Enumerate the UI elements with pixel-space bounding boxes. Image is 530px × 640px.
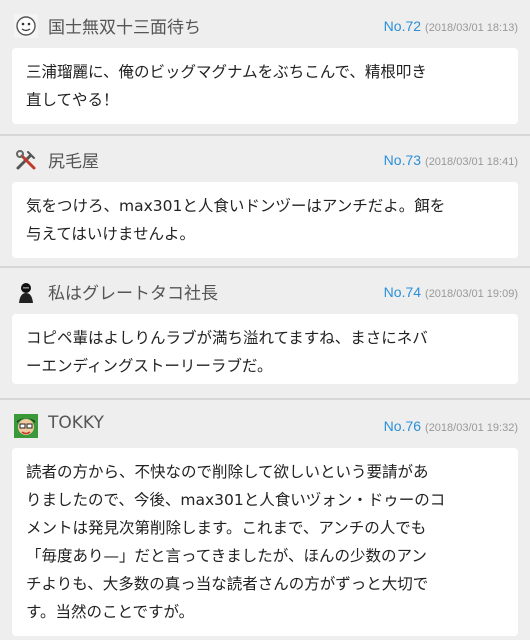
comment-body: 三浦瑠麗に、俺のビッグマグナムをぶちこんで、精根叩き 直してやる！: [12, 48, 518, 124]
comment-header: 尻毛屋 No.73 (2018/03/01 18:41): [0, 140, 530, 178]
comment-body: コピペ輩はよしりんラブが満ち溢れてますね、まさにネバ ーエンディングストーリーラ…: [12, 314, 518, 384]
comment-header: 国士無双十三面待ち No.72 (2018/03/01 18:13): [0, 6, 530, 44]
comment-text-line: す。当然のことですが。: [26, 603, 195, 621]
crossed-tools-avatar-icon[interactable]: [14, 148, 38, 172]
comment-number-link[interactable]: No.76: [384, 418, 421, 434]
comment-number-link[interactable]: No.72: [384, 18, 421, 34]
comment-text-line: りましたので、今後、max301と人食いヅォン・ドゥーのコ: [26, 491, 446, 509]
comment-body: 読者の方から、不快なので削除して欲しいという要請があ りましたので、今後、max…: [12, 448, 518, 636]
comment-divider: [0, 266, 530, 268]
comment-divider: [0, 398, 530, 400]
comment-author-name[interactable]: 尻毛屋: [48, 147, 99, 172]
comment-author-name[interactable]: 私はグレートタコ社長: [48, 279, 218, 304]
comment-text-line: 三浦瑠麗に、俺のビッグマグナムをぶちこんで、精根叩き: [26, 63, 427, 81]
comment-body: 気をつけろ、max301と人食いドンヅーはアンチだよ。餌を 与えてはいけませんよ…: [12, 182, 518, 258]
comment-text-line: メントは発見次第削除します。これまで、アンチの人でも: [26, 519, 427, 537]
comment-author-name[interactable]: TOKKY: [48, 413, 104, 433]
comment-timestamp: (2018/03/01 19:32): [425, 422, 518, 434]
comment-text-line: ーエンディングストーリーラブだ。: [26, 357, 273, 375]
comment-text-line: 与えてはいけませんよ。: [26, 225, 195, 243]
comment-author-name[interactable]: 国士無双十三面待ち: [48, 13, 201, 38]
dark-figure-avatar-icon[interactable]: [14, 280, 38, 304]
comment-header: TOKKY No.76 (2018/03/01 19:32): [0, 406, 530, 444]
comment-text-line: コピペ輩はよしりんラブが満ち溢れてますね、まさにネバ: [26, 329, 428, 347]
comment-timestamp: (2018/03/01 18:13): [425, 22, 518, 34]
cartoon-character-avatar-icon[interactable]: [14, 414, 38, 438]
comment-text-line: チよりも、大多数の真っ当な読者さんの方がずっと大切で: [26, 575, 429, 593]
comment-text-line: 読者の方から、不快なので削除して欲しいという要請があ: [26, 463, 429, 481]
comment-timestamp: (2018/03/01 19:09): [425, 288, 518, 300]
comment-list: 国士無双十三面待ち No.72 (2018/03/01 18:13) 三浦瑠麗に、…: [0, 0, 530, 640]
comment-text-line: 「毎度あり—」だと言ってきましたが、ほんの少数のアン: [26, 547, 427, 565]
comment-text-line: 気をつけろ、max301と人食いドンヅーはアンチだよ。餌を: [26, 197, 446, 215]
comment-text-line: 直してやる！: [26, 91, 119, 109]
comment-timestamp: (2018/03/01 18:41): [425, 156, 518, 168]
cartoon-face-avatar-icon[interactable]: [14, 14, 38, 38]
comment-number-link[interactable]: No.73: [384, 152, 421, 168]
comment-header: 私はグレートタコ社長 No.74 (2018/03/01 19:09): [0, 272, 530, 310]
comment-divider: [0, 134, 530, 136]
comment-number-link[interactable]: No.74: [384, 284, 421, 300]
